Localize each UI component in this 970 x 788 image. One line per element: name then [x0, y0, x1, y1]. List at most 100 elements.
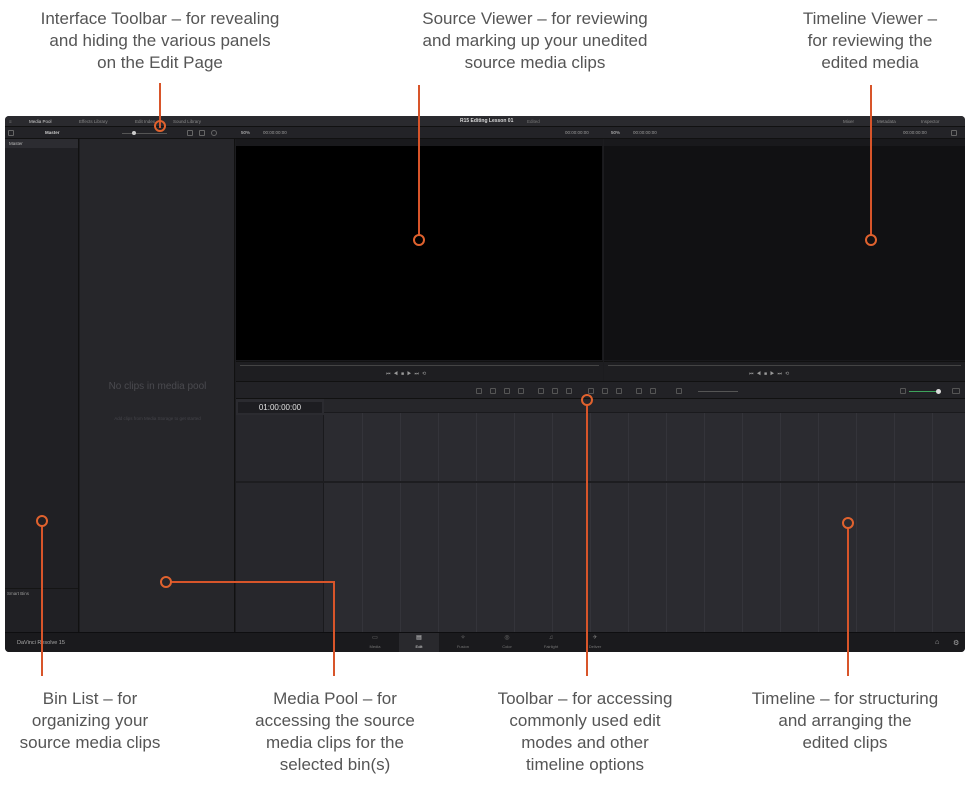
timeline-transport-controls[interactable]: ⏮◀■▶⏭⟲ [749, 371, 792, 377]
mixer-button[interactable]: Mixer [843, 116, 854, 127]
source-zoom[interactable]: 50% [241, 127, 250, 139]
project-status: Edited [527, 119, 540, 124]
edit-toolbar [236, 381, 965, 399]
source-transport-controls[interactable]: ⏮◀■▶⏭⟲ [386, 371, 429, 377]
list-view-icon[interactable] [187, 130, 193, 136]
callout-line: for reviewing the [807, 31, 933, 50]
callout-line: organizing your [31, 711, 149, 730]
selection-tool-icon[interactable] [476, 388, 482, 394]
page-tab-media[interactable]: ▭ Media [355, 633, 395, 652]
slider-knob-icon[interactable] [132, 131, 136, 135]
bin-list-callout: Bin List – for organizing your source me… [0, 688, 180, 754]
grid-line [476, 413, 477, 632]
media-pool-marker [160, 576, 172, 588]
grid-line [628, 413, 629, 632]
timeline[interactable]: 01:00:00:00 [236, 399, 965, 632]
media-page-icon: ▭ [372, 635, 378, 641]
page-tab-label: Color [502, 644, 512, 649]
callout-line: selected bin(s) [279, 755, 391, 774]
timeline-transport-bar: ⏮◀■▶⏭⟲ [604, 361, 965, 381]
position-lock-icon[interactable] [616, 388, 622, 394]
video-audio-divider[interactable] [236, 481, 965, 483]
marker-icon[interactable] [650, 388, 656, 394]
media-pool-callout: Media Pool – for accessing the source me… [235, 688, 435, 776]
media-pool-leader-v [333, 581, 335, 676]
media-pool-leader-h [171, 581, 335, 583]
interface-toolbar: ≡ Media Pool Effects Library Edit Index … [5, 116, 965, 127]
source-viewer-callout: Source Viewer – for reviewing and markin… [375, 8, 695, 74]
timeline-ruler[interactable] [324, 399, 965, 413]
toolbar-marker [581, 394, 593, 406]
viewer-options-icon[interactable] [951, 130, 957, 136]
bin-list-marker [36, 515, 48, 527]
timeline-viewer-leader [870, 85, 872, 235]
page-tab-edit[interactable]: ▤ Edit [399, 633, 439, 652]
timeline-zoom[interactable]: 50% [611, 127, 620, 139]
bin-list-leader [41, 526, 43, 676]
page-tab-deliver[interactable]: ✈ Deliver [575, 633, 615, 652]
volume-slider[interactable] [909, 391, 939, 392]
callout-line: commonly used edit [509, 711, 661, 730]
page-tab-fairlight[interactable]: ♫ Fairlight [531, 633, 571, 652]
page-tab-fusion[interactable]: ✧ Fusion [443, 633, 483, 652]
dynamic-trim-icon[interactable] [504, 388, 510, 394]
timeline-zoom-slider[interactable] [698, 391, 738, 392]
timeline-timecode: 01:00:00:00 [238, 402, 322, 413]
callout-line: media clips for the [266, 733, 404, 752]
grid-line [742, 413, 743, 632]
full-extent-zoom-icon[interactable] [676, 388, 682, 394]
effects-library-button[interactable]: Effects Library [79, 116, 108, 127]
fairlight-page-icon: ♫ [548, 635, 554, 641]
master-bin[interactable]: Master [5, 139, 78, 148]
menu-icon[interactable]: ≡ [9, 116, 12, 127]
grid-line [590, 413, 591, 632]
thumbnail-zoom-slider[interactable] [122, 133, 167, 134]
timeline-scrubber[interactable] [608, 365, 961, 366]
home-icon[interactable]: ⌂ [935, 639, 939, 646]
search-icon[interactable] [211, 130, 217, 136]
settings-gear-icon[interactable]: ⚙ [953, 639, 959, 647]
trim-tool-icon[interactable] [490, 388, 496, 394]
callout-line: source media clips [464, 53, 606, 72]
grid-line [932, 413, 933, 632]
page-tab-label: Media [369, 644, 381, 649]
replace-clip-icon[interactable] [566, 388, 572, 394]
fusion-page-icon: ✧ [460, 635, 466, 641]
media-pool-button[interactable]: Media Pool [29, 116, 52, 127]
callout-line: Timeline Viewer – [802, 9, 938, 28]
timeline-viewer-screen[interactable] [604, 146, 965, 360]
source-duration: 00:00:00:00 [263, 130, 287, 135]
speaker-icon[interactable] [900, 388, 906, 394]
sound-library-button[interactable]: Sound Library [173, 116, 201, 127]
source-scrubber[interactable] [240, 365, 599, 366]
blade-tool-icon[interactable] [518, 388, 524, 394]
insert-clip-icon[interactable] [538, 388, 544, 394]
grid-line [362, 413, 363, 632]
audio-meter-icon[interactable] [952, 388, 960, 394]
overwrite-clip-icon[interactable] [552, 388, 558, 394]
flag-icon[interactable] [636, 388, 642, 394]
bin-list-toggle-icon[interactable] [8, 130, 14, 136]
grid-view-icon[interactable] [199, 130, 205, 136]
snapping-icon[interactable] [588, 388, 594, 394]
edit-page-icon: ▤ [416, 635, 422, 641]
timeline-callout: Timeline – for structuring and arranging… [720, 688, 970, 754]
page-tab-label: Edit [415, 644, 423, 649]
media-pool[interactable]: No clips in media pool Add clips from Me… [80, 139, 235, 632]
metadata-button[interactable]: Metadata [877, 116, 896, 127]
page-tab-color[interactable]: ◎ Color [487, 633, 527, 652]
linked-selection-icon[interactable] [602, 388, 608, 394]
media-pool-hint-text: Add clips from Media Storage to get star… [114, 416, 201, 421]
interface-toolbar-callout: Interface Toolbar – for revealing and hi… [0, 8, 320, 74]
edit-index-button[interactable]: Edit Index [135, 116, 155, 127]
inspector-button[interactable]: Inspector [921, 116, 940, 127]
grid-line [704, 413, 705, 632]
callout-line: timeline options [525, 755, 645, 774]
callout-line: edited clips [802, 733, 888, 752]
grid-line [514, 413, 515, 632]
volume-knob-icon[interactable] [936, 389, 941, 394]
source-transport-bar: ⏮◀■▶⏭⟲ [236, 361, 603, 381]
grid-line [666, 413, 667, 632]
grid-line [400, 413, 401, 632]
grid-line [894, 413, 895, 632]
